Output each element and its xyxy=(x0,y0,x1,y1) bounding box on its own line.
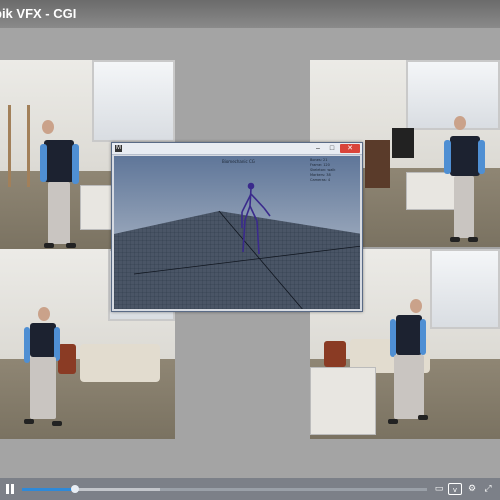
desk xyxy=(310,367,376,435)
hud-line: Cameras: 4 xyxy=(310,178,331,182)
viewport-hud-stats: Bones: 21 Frame: 120 Skeleton: walk Mark… xyxy=(310,158,360,183)
pause-icon[interactable] xyxy=(5,484,15,494)
scrubber-handle[interactable] xyxy=(70,485,79,493)
chair xyxy=(392,128,414,158)
app-icon: M xyxy=(115,145,122,152)
cc-icon[interactable]: ▭ xyxy=(433,483,445,495)
window-titlebar[interactable]: M – □ ✕ xyxy=(112,143,362,155)
vimeo-icon[interactable]: v xyxy=(448,483,462,495)
viewport-hud-title: Biomechanic CG xyxy=(222,159,255,164)
played-bar xyxy=(22,488,75,491)
fullscreen-icon[interactable]: ⤢ xyxy=(482,483,494,495)
easel xyxy=(8,105,30,187)
maximize-button[interactable]: □ xyxy=(326,144,338,153)
mocap-viewport-window[interactable]: M – □ ✕ Biomechanic CG Bones: 21 Frame: … xyxy=(111,142,363,312)
cabinet xyxy=(365,140,390,188)
armchair xyxy=(58,344,76,374)
3d-viewport[interactable]: Biomechanic CG Bones: 21 Frame: 120 Skel… xyxy=(114,156,360,309)
video-title-bar: bik VFX - CGI xyxy=(0,0,500,28)
player-controls: ▭ v ⚙ ⤢ xyxy=(0,478,500,500)
progress-bar[interactable] xyxy=(22,485,427,493)
close-button[interactable]: ✕ xyxy=(340,144,360,153)
minimize-button[interactable]: – xyxy=(312,144,324,153)
settings-icon[interactable]: ⚙ xyxy=(467,483,477,495)
armchair xyxy=(324,341,346,367)
sofa xyxy=(80,344,160,382)
video-title[interactable]: bik VFX - CGI xyxy=(0,6,76,21)
